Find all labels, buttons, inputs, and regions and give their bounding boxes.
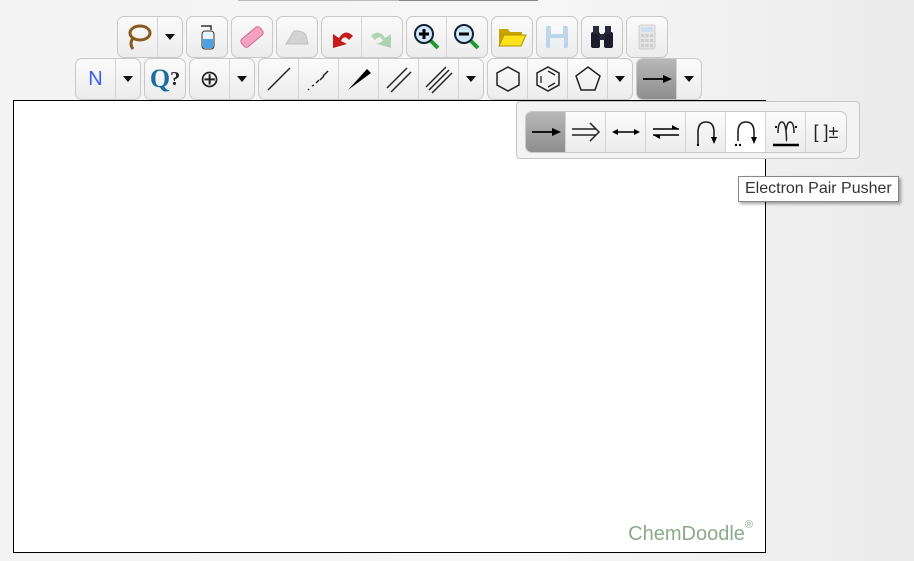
zoom-in-button[interactable] [407, 17, 447, 57]
protruding-bond-button[interactable] [339, 59, 379, 99]
zoom-out-icon [454, 24, 480, 50]
lasso-group [117, 16, 183, 58]
bifurcating-pusher-button[interactable] [766, 112, 806, 152]
binoculars-icon [591, 26, 613, 48]
eraser-icon [240, 26, 264, 48]
caret-down-icon [615, 76, 625, 82]
clear-button[interactable] [187, 17, 227, 57]
charge-button[interactable]: ⊕ [190, 59, 230, 99]
caret-down-icon [684, 76, 694, 82]
arrow-right-icon [642, 75, 672, 83]
bracket-charge-button[interactable]: [ ]± [806, 112, 846, 152]
lasso-button[interactable] [118, 17, 158, 57]
eraser-button[interactable] [232, 17, 272, 57]
save-button[interactable] [537, 17, 577, 57]
query-q-label: Q [149, 64, 171, 93]
redo-icon [371, 32, 391, 48]
electron-pair-pusher-button[interactable] [726, 112, 766, 152]
triple-bond-button[interactable] [419, 59, 459, 99]
arrow-popup-menu: [ ]± [516, 101, 860, 159]
ring-dropdown[interactable] [608, 59, 632, 99]
clean-button[interactable] [277, 17, 317, 57]
resonance-arrow-icon [611, 129, 640, 135]
save-icon [546, 26, 568, 48]
electron-pusher-single-button[interactable] [686, 112, 726, 152]
synthetic-arrow-button[interactable] [526, 112, 566, 152]
retrosynthetic-arrow-icon [571, 122, 600, 142]
cyclopentane-icon [574, 66, 601, 91]
undo-icon [332, 32, 353, 48]
calculator-icon [638, 24, 656, 50]
drawing-toolbar: N Q? ⊕ [75, 58, 702, 100]
electron-pusher-single-icon [696, 121, 717, 147]
cyclopentane-button[interactable] [568, 59, 608, 99]
redo-button[interactable] [362, 17, 402, 57]
arrow-options: [ ]± [525, 111, 847, 153]
zoom-in-icon [413, 24, 439, 50]
main-toolbar [117, 16, 668, 58]
arrow-dropdown[interactable] [677, 59, 701, 99]
equilibrium-arrow-icon [652, 125, 679, 139]
double-bond-icon [385, 67, 412, 93]
triple-bond-icon [424, 66, 453, 94]
double-bond-button[interactable] [379, 59, 419, 99]
recessed-bond-button[interactable] [299, 59, 339, 99]
cyclohexane-icon [495, 66, 520, 92]
query-button[interactable]: Q? [145, 59, 185, 99]
caret-down-icon [123, 76, 133, 82]
charge-dropdown[interactable] [230, 59, 254, 99]
top-edge-line-dark [399, 0, 538, 1]
drawing-canvas[interactable]: ChemDoodle® [13, 100, 766, 553]
caret-down-icon [165, 34, 175, 40]
protruding-bond-icon [347, 69, 371, 90]
single-bond-icon [266, 67, 291, 91]
electron-pair-pusher-icon [734, 121, 757, 147]
caret-down-icon [237, 76, 247, 82]
label-button[interactable]: N [76, 59, 116, 99]
bifurcating-pusher-icon [772, 121, 799, 147]
query-mark-label: ? [170, 67, 181, 90]
benzene-icon [535, 66, 560, 92]
benzene-button[interactable] [528, 59, 568, 99]
cyclohexane-button[interactable] [488, 59, 528, 99]
folder-open-icon [498, 29, 527, 47]
calculate-button[interactable] [627, 17, 667, 57]
synthetic-arrow-icon [531, 128, 561, 136]
arrow-button[interactable] [637, 59, 677, 99]
caret-down-icon [466, 76, 476, 82]
tooltip: Electron Pair Pusher [738, 176, 899, 202]
lasso-dropdown[interactable] [158, 17, 182, 57]
resonance-arrow-button[interactable] [606, 112, 646, 152]
open-button[interactable] [492, 17, 532, 57]
registered-mark: ® [744, 519, 753, 531]
zoom-out-button[interactable] [447, 17, 487, 57]
label-dropdown[interactable] [116, 59, 140, 99]
bond-dropdown[interactable] [459, 59, 483, 99]
undo-button[interactable] [322, 17, 362, 57]
retrosynthetic-arrow-button[interactable] [566, 112, 606, 152]
iron-icon [285, 30, 309, 45]
recessed-bond-icon [306, 70, 329, 91]
wash-bottle-icon [201, 25, 215, 50]
chemdoodle-watermark: ChemDoodle® [628, 519, 753, 546]
lasso-icon [128, 24, 151, 50]
watermark-text: ChemDoodle [628, 523, 745, 545]
single-bond-button[interactable] [259, 59, 299, 99]
search-button[interactable] [582, 17, 622, 57]
equilibrium-arrow-button[interactable] [646, 112, 686, 152]
